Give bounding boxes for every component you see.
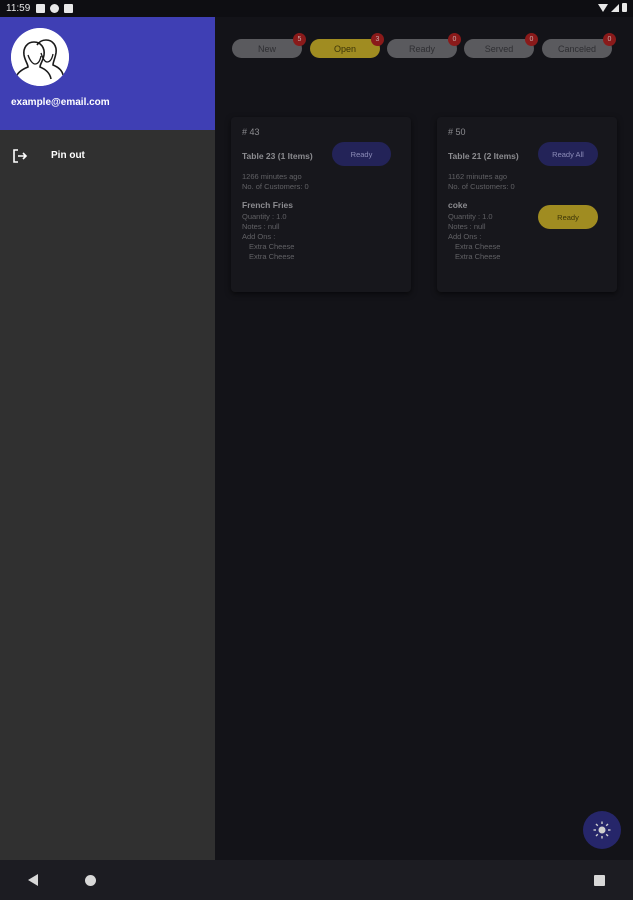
- item-quantity: Quantity : 1.0: [448, 212, 493, 221]
- tab-count-badge: 0: [603, 33, 616, 46]
- tab-ready[interactable]: Ready 0: [387, 33, 461, 58]
- system-nav-bar: [0, 860, 633, 900]
- signal-icon: [611, 3, 619, 12]
- ready-all-button[interactable]: Ready All: [538, 142, 598, 166]
- order-card: # 50 Table 21 (2 Items) Ready All 1162 m…: [437, 117, 617, 292]
- order-number: # 43: [242, 127, 260, 137]
- wifi-icon: [598, 3, 608, 12]
- app-notification-icon: [50, 4, 60, 13]
- tab-open[interactable]: Open 3: [310, 33, 384, 58]
- drawer-header: example@email.com: [0, 17, 215, 130]
- tab-served[interactable]: Served 0: [464, 33, 538, 58]
- status-bar: 11:59: [0, 0, 633, 17]
- order-time-ago: 1162 minutes ago: [448, 172, 508, 181]
- tab-label: Ready: [408, 43, 435, 54]
- item-ready-button[interactable]: Ready: [538, 205, 598, 229]
- sd-card-icon: [64, 4, 74, 13]
- order-customers: No. of Customers: 0: [242, 182, 309, 191]
- item-addons-label: Add Ons :: [242, 232, 276, 241]
- screen: 11:59 New 5 Open 3 Ready 0 Served 0 Canc…: [0, 0, 633, 900]
- item-addons-label: Add Ons :: [448, 232, 482, 241]
- item-addon: Extra Cheese: [455, 252, 501, 261]
- avatar[interactable]: [11, 28, 69, 86]
- item-notes: Notes : null: [448, 222, 486, 231]
- item-addon: Extra Cheese: [455, 242, 501, 251]
- tab-label: Canceled: [557, 43, 597, 54]
- main-content: New 5 Open 3 Ready 0 Served 0 Canceled 0…: [215, 17, 633, 860]
- logout-icon: [13, 149, 28, 163]
- item-name: coke: [448, 200, 468, 210]
- item-details: Quantity : 1.0 Notes : null Add Ons : Ex…: [242, 212, 294, 262]
- battery-icon: [622, 3, 627, 12]
- item-addon: Extra Cheese: [249, 242, 295, 251]
- item-addon: Extra Cheese: [249, 252, 295, 261]
- ready-button[interactable]: Ready: [332, 142, 391, 166]
- item-quantity: Quantity : 1.0: [242, 212, 287, 221]
- tab-canceled[interactable]: Canceled 0: [542, 33, 616, 58]
- user-avatar-icon: [11, 28, 69, 86]
- status-time: 11:59: [6, 3, 31, 14]
- order-number: # 50: [448, 127, 466, 137]
- back-icon[interactable]: [28, 874, 38, 886]
- tab-count-badge: 5: [293, 33, 306, 46]
- drawer-email: example@email.com: [11, 97, 110, 108]
- tab-new[interactable]: New 5: [232, 33, 306, 58]
- theme-toggle-button[interactable]: [583, 811, 621, 849]
- item-notes: Notes : null: [242, 222, 280, 231]
- order-time-ago: 1266 minutes ago: [242, 172, 302, 181]
- tab-count-badge: 3: [371, 33, 384, 46]
- tab-count-badge: 0: [448, 33, 461, 46]
- order-meta: 1266 minutes ago No. of Customers: 0: [242, 172, 309, 192]
- status-indicators: [598, 3, 627, 12]
- order-meta: 1162 minutes ago No. of Customers: 0: [448, 172, 515, 192]
- sun-icon: [593, 821, 611, 839]
- item-details: Quantity : 1.0 Notes : null Add Ons : Ex…: [448, 212, 500, 262]
- drawer-item-label: Pin out: [51, 150, 85, 161]
- item-name: French Fries: [242, 200, 294, 210]
- navigation-drawer: example@email.com Pin out: [0, 17, 215, 860]
- tab-label: Open: [333, 43, 357, 54]
- notification-icon: [36, 4, 46, 13]
- order-status-tabs: New 5 Open 3 Ready 0 Served 0 Canceled 0: [215, 33, 633, 59]
- order-table-title: Table 23 (1 Items): [242, 151, 313, 161]
- drawer-item-pin-out[interactable]: Pin out: [0, 145, 215, 167]
- recent-apps-icon[interactable]: [594, 875, 605, 886]
- tab-label: New: [257, 43, 276, 54]
- order-card: # 43 Table 23 (1 Items) Ready 1266 minut…: [231, 117, 411, 292]
- tab-count-badge: 0: [525, 33, 538, 46]
- order-customers: No. of Customers: 0: [448, 182, 515, 191]
- tab-label: Served: [484, 43, 514, 54]
- order-table-title: Table 21 (2 Items): [448, 151, 519, 161]
- home-icon[interactable]: [85, 875, 96, 886]
